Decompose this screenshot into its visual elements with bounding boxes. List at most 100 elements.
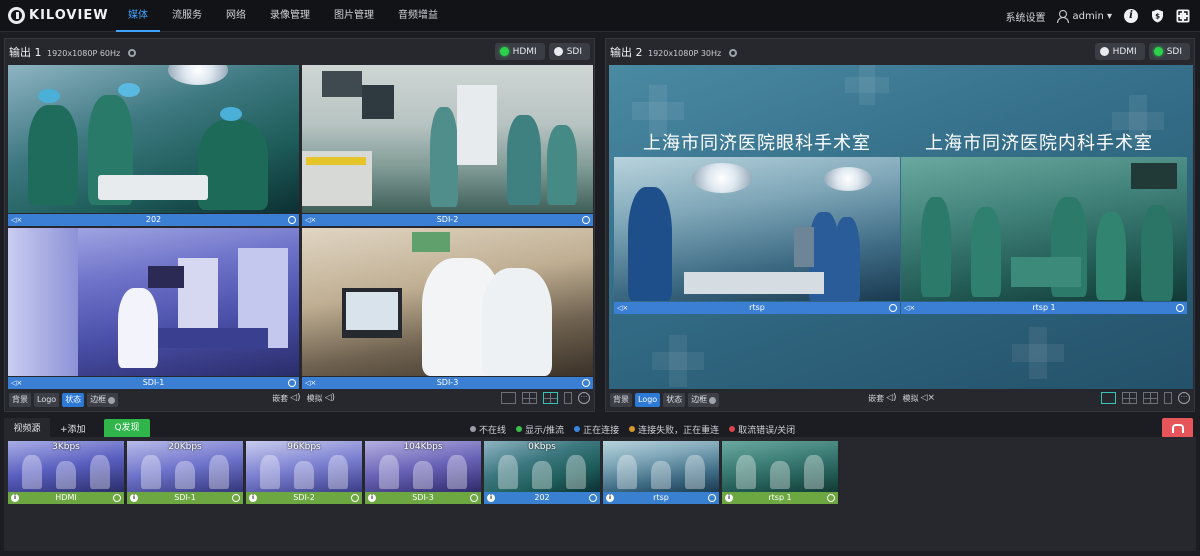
output-2-settings-icon[interactable] [728,49,737,57]
output-2-cell-rtsp-1[interactable]: ◁× rtsp 1 [901,157,1187,314]
output-2-format: 1920x1080P 30Hz [648,49,722,58]
layout-pip-icon[interactable] [1164,392,1172,404]
tag-border[interactable]: 边框 [87,393,119,407]
output-1-sdi-button[interactable]: SDI [548,43,590,60]
layout-single-icon[interactable] [501,392,516,404]
source-caption: i 202 [484,492,600,504]
layout-quad-icon[interactable] [543,392,558,404]
source-name: rtsp 1 [768,493,792,502]
shield-icon[interactable]: $ [1150,9,1164,23]
source-thumbnail[interactable]: i rtsp [603,441,719,504]
source-settings-icon[interactable] [232,494,240,502]
source-info-icon[interactable]: i [249,494,257,502]
source-bitrate: 96Kbps [287,442,321,452]
source-thumbnail[interactable]: 96Kbps i SDI-2 [246,441,362,504]
source-settings-icon[interactable] [351,494,359,502]
source-thumbnail[interactable]: 20Kbps i SDI-1 [127,441,243,504]
source-settings-icon[interactable] [827,494,835,502]
output-1-cell-sdi-3[interactable]: ◁× SDI-3 [302,228,593,389]
cell-caption: ◁× SDI-1 [8,377,299,389]
source-info-icon[interactable]: i [725,494,733,502]
nav-item-media[interactable]: 媒体 [116,0,160,32]
analog-audio-toggle[interactable]: 模拟 ◁) [307,393,335,404]
output-2-hdmi-button[interactable]: HDMI [1094,43,1145,60]
border-settings-icon[interactable] [709,396,717,404]
source-thumbnail[interactable]: 3Kbps i HDMI [8,441,124,504]
source-thumbnail[interactable]: 104Kbps i SDI-3 [365,441,481,504]
output-1-format: 1920x1080P 60Hz [47,49,121,58]
source-settings-icon[interactable] [589,494,597,502]
output-1-panel: 输出 1 1920x1080P 60Hz HDMI SDI ◁× 202 ◁× … [4,38,595,412]
nav-item-images[interactable]: 图片管理 [322,0,386,32]
tag-status[interactable]: 状态 [663,393,686,407]
source-settings-icon[interactable] [470,494,478,502]
source-info-icon[interactable]: i [487,494,495,502]
embedded-audio-toggle[interactable]: 嵌套 ◁) [868,393,896,404]
output-1-name: 输出 1 [9,46,42,59]
more-options-icon[interactable]: ··· [1178,392,1190,404]
sdi-label: SDI [566,46,582,57]
video-source-list: 3Kbps i HDMI 20Kbps i SDI-1 96Kbps i SDI-2 104Kbp… [4,437,1196,551]
cell-settings-icon[interactable] [1176,304,1184,312]
alarm-icon[interactable] [1162,418,1193,438]
embedded-audio-toggle[interactable]: 嵌套 ◁) [272,393,300,404]
layout-dual-icon[interactable] [1122,392,1137,404]
source-info-icon[interactable]: i [606,494,614,502]
analog-audio-toggle[interactable]: 模拟 ◁× [903,393,935,404]
cell-settings-icon[interactable] [288,216,296,224]
system-settings-link[interactable]: 系统设置 [1005,9,1045,24]
tag-border[interactable]: 边框 [688,393,720,407]
nav-item-network[interactable]: 网络 [214,0,258,32]
tag-status[interactable]: 状态 [62,393,85,407]
mute-icon[interactable]: ◁× [904,302,915,314]
info-icon[interactable]: i [1124,9,1138,23]
nav-item-recording[interactable]: 录像管理 [258,0,322,32]
overlay-tags: 背景 Logo 状态 边框 [9,393,119,407]
cell-settings-icon[interactable] [288,379,296,387]
output-1-hdmi-button[interactable]: HDMI [494,43,545,60]
tag-background[interactable]: 背景 [610,393,632,407]
layout-quad-icon[interactable] [1143,392,1158,404]
fullscreen-icon[interactable] [1176,9,1190,23]
main-nav: 媒体 流服务 网络 录像管理 图片管理 音频增益 [116,0,450,32]
tag-logo[interactable]: Logo [635,393,661,407]
layout-pip-icon[interactable] [564,392,572,404]
user-menu[interactable]: admin ▾ [1057,10,1112,23]
output-1-cell-sdi-1[interactable]: ◁× SDI-1 [8,228,299,389]
mute-icon[interactable]: ◁× [11,377,22,389]
nav-item-audio-gain[interactable]: 音频增益 [386,0,450,32]
source-thumbnail[interactable]: i rtsp 1 [722,441,838,504]
discover-button[interactable]: Q发现 [104,419,150,438]
border-settings-icon[interactable] [108,396,116,404]
cell-settings-icon[interactable] [889,304,897,312]
source-info-icon[interactable]: i [130,494,138,502]
output-1-settings-icon[interactable] [127,49,136,57]
source-info-icon[interactable]: i [368,494,376,502]
mute-icon[interactable]: ◁× [11,214,22,226]
source-settings-icon[interactable] [113,494,121,502]
tag-logo[interactable]: Logo [34,393,60,407]
add-source-button[interactable]: +添加 [60,422,86,435]
mute-icon[interactable]: ◁× [305,214,316,226]
mute-icon[interactable]: ◁× [617,302,628,314]
mute-icon[interactable]: ◁× [305,377,316,389]
output-1-cell-sdi-2[interactable]: ◁× SDI-2 [302,65,593,226]
source-info-icon[interactable]: i [11,494,19,502]
output-2-sdi-button[interactable]: SDI [1148,43,1190,60]
cell-settings-icon[interactable] [582,379,590,387]
video-preview [8,65,299,213]
tag-border-label: 边框 [90,395,107,404]
speaker-icon: ◁) [324,393,335,403]
source-thumbnail[interactable]: 0Kbps i 202 [484,441,600,504]
nav-item-stream-service[interactable]: 流服务 [160,0,214,32]
source-settings-icon[interactable] [708,494,716,502]
output-1-header: 输出 1 1920x1080P 60Hz HDMI SDI [5,39,594,64]
status-legend: 不在线 显示/推流 正在连接 连接失败，正在重连 取流错误/关闭 [470,423,795,436]
more-options-icon[interactable]: ··· [578,392,590,404]
output-2-cell-rtsp[interactable]: ◁× rtsp [614,157,900,314]
layout-single-icon[interactable] [1101,392,1116,404]
layout-dual-icon[interactable] [522,392,537,404]
cell-settings-icon[interactable] [582,216,590,224]
output-1-cell-202[interactable]: ◁× 202 [8,65,299,226]
tag-background[interactable]: 背景 [9,393,31,407]
